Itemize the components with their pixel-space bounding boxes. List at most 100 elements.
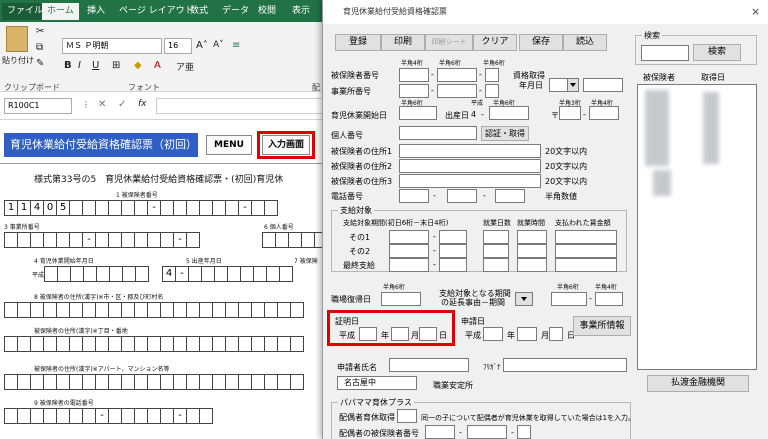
fill-color-icon[interactable]: ◆ xyxy=(134,60,142,71)
addr3-input[interactable] xyxy=(399,174,541,188)
tab-insert[interactable]: 挿入 xyxy=(82,3,110,20)
ext-reason-dropdown[interactable] xyxy=(515,292,533,306)
personal-no-input[interactable] xyxy=(399,126,477,140)
more-icon[interactable]: ⋮ xyxy=(82,100,90,109)
acquired-dropdown[interactable] xyxy=(567,78,579,92)
print-button[interactable]: 印刷 xyxy=(381,34,425,51)
insured-no-1[interactable] xyxy=(399,68,429,82)
print-sheet-button[interactable]: 印刷シート xyxy=(425,34,473,51)
return-date-input[interactable] xyxy=(381,292,421,306)
font-color-icon[interactable]: A xyxy=(154,60,161,71)
start-date-cells[interactable] xyxy=(44,266,149,282)
row2-end[interactable] xyxy=(439,244,467,258)
addr-kanji-cells[interactable] xyxy=(4,302,304,318)
office-city-input[interactable]: 名古屋中 xyxy=(337,376,417,390)
addr-chome-cells[interactable] xyxy=(4,336,304,352)
phonetic-icon[interactable]: ア亜 xyxy=(176,60,194,73)
addr2-input[interactable] xyxy=(399,159,541,173)
phone-1[interactable] xyxy=(399,189,429,203)
row2-wage[interactable] xyxy=(555,244,617,258)
final-wage[interactable] xyxy=(555,258,617,272)
bank-button[interactable]: 払渡金融機関 xyxy=(647,375,749,392)
tab-review[interactable]: 校閲 xyxy=(253,3,281,20)
clear-button[interactable]: クリア xyxy=(473,34,517,51)
worksheet[interactable]: 育児休業給付受給資格確認票（初回） MENU 入力画面 様式第33号の5 育児休… xyxy=(0,120,330,439)
cancel-icon[interactable]: ✕ xyxy=(98,99,106,110)
row2-hours[interactable] xyxy=(517,244,547,258)
phone-cells[interactable]: - - xyxy=(4,408,213,424)
final-hours[interactable] xyxy=(517,258,547,272)
spouse-leave-input[interactable] xyxy=(397,409,417,423)
insured-no-cells[interactable]: 1 1 4 0 5 - - xyxy=(4,200,278,216)
phone-3[interactable] xyxy=(495,189,525,203)
function-icon[interactable]: fx xyxy=(138,99,147,109)
format-painter-icon[interactable]: ✎ xyxy=(36,58,44,69)
cut-icon[interactable]: ✂ xyxy=(36,26,44,37)
menu-button[interactable]: MENU xyxy=(206,135,252,155)
row1-end[interactable] xyxy=(439,230,467,244)
tab-data[interactable]: データ xyxy=(217,3,254,20)
font-name-select[interactable]: ＭＳ Ｐ明朝 xyxy=(62,38,162,54)
close-icon[interactable]: × xyxy=(751,5,760,18)
applicant-input[interactable] xyxy=(389,358,469,372)
final-start[interactable] xyxy=(389,258,429,272)
save-button[interactable]: 保存 xyxy=(519,34,563,51)
row2-days[interactable] xyxy=(483,244,509,258)
tab-view[interactable]: 表示 xyxy=(287,3,315,20)
underline-icon[interactable]: U xyxy=(92,60,99,71)
office-no-1[interactable] xyxy=(399,84,429,98)
office-no-3[interactable] xyxy=(485,84,499,98)
paste-icon[interactable] xyxy=(6,26,28,52)
row1-days[interactable] xyxy=(483,230,509,244)
addr1-input[interactable] xyxy=(399,144,541,158)
spouse-insured-3[interactable] xyxy=(517,425,531,439)
final-days[interactable] xyxy=(483,258,509,272)
acquired-date-input-2[interactable] xyxy=(583,78,623,92)
row1-hours[interactable] xyxy=(517,230,547,244)
row1-wage[interactable] xyxy=(555,230,617,244)
personal-no-cells[interactable] xyxy=(262,232,328,248)
font-size-select[interactable]: 16 xyxy=(164,38,192,54)
align-icon[interactable]: ≡ xyxy=(232,40,240,51)
border-icon[interactable]: ⊞ xyxy=(112,60,120,71)
leave-start-input[interactable] xyxy=(399,106,437,120)
italic-icon[interactable]: I xyxy=(78,60,81,71)
insured-no-3[interactable] xyxy=(485,68,499,82)
cert-day-input[interactable] xyxy=(419,327,437,341)
search-button[interactable]: 検索 xyxy=(693,44,741,61)
verify-button[interactable]: 認証・取得 xyxy=(481,126,529,141)
load-button[interactable]: 読込 xyxy=(563,34,607,51)
insured-no-2[interactable] xyxy=(437,68,477,82)
search-input[interactable] xyxy=(641,45,689,61)
ext-end-input[interactable] xyxy=(595,292,623,306)
birth-date-cells[interactable]: 4 - xyxy=(162,266,293,282)
spouse-insured-2[interactable] xyxy=(467,425,507,439)
addr-bldg-cells[interactable] xyxy=(4,374,304,390)
apply-month-input[interactable] xyxy=(517,327,537,341)
furigana-input[interactable] xyxy=(503,358,627,372)
spouse-insured-1[interactable] xyxy=(425,425,455,439)
row2-start[interactable] xyxy=(389,244,429,258)
copy-icon[interactable]: ⧉ xyxy=(36,42,43,53)
tab-home[interactable]: ホーム xyxy=(42,3,79,20)
postal-1[interactable] xyxy=(559,106,581,120)
cert-month-input[interactable] xyxy=(391,327,409,341)
final-end[interactable] xyxy=(439,258,467,272)
grow-font-icon[interactable]: A˄ xyxy=(196,40,208,51)
postal-2[interactable] xyxy=(589,106,619,120)
input-screen-button[interactable]: 入力画面 xyxy=(262,135,310,155)
phone-2[interactable] xyxy=(447,189,477,203)
name-box[interactable]: R100C1 xyxy=(4,98,72,114)
office-info-button[interactable]: 事業所情報 xyxy=(573,316,631,336)
cert-year-input[interactable] xyxy=(359,327,377,341)
office-no-2[interactable] xyxy=(437,84,477,98)
bold-icon[interactable]: B xyxy=(64,60,72,71)
apply-day-input[interactable] xyxy=(549,327,563,341)
paste-label[interactable]: 貼り付け xyxy=(2,55,34,66)
birth-date-input[interactable] xyxy=(489,106,529,120)
office-no-cells[interactable]: - - xyxy=(4,232,200,248)
tab-formulas[interactable]: 数式 xyxy=(185,3,213,20)
enter-icon[interactable]: ✓ xyxy=(118,99,126,110)
shrink-font-icon[interactable]: A˅ xyxy=(213,40,224,50)
ext-start-input[interactable] xyxy=(551,292,587,306)
